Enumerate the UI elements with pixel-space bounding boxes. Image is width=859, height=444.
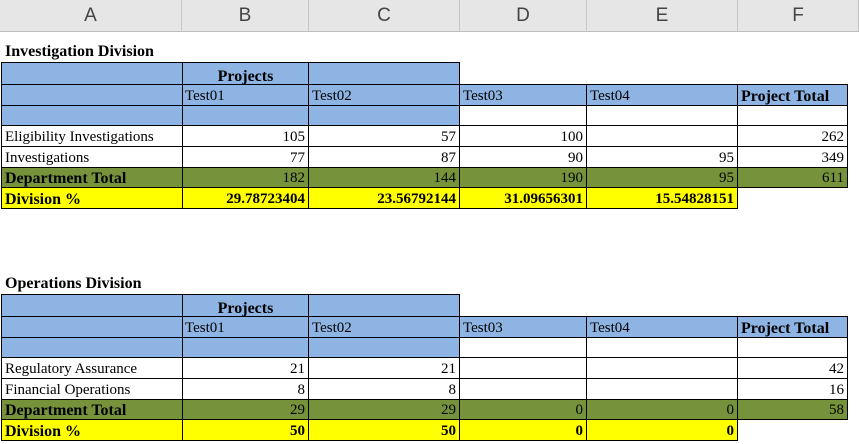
grid-line	[586, 316, 587, 441]
grid-line	[1, 316, 848, 317]
grid-line	[1, 62, 2, 209]
investigation-row-cell[interactable]	[587, 126, 737, 146]
operations-dept-total-cell[interactable]: 0	[587, 400, 737, 419]
column-header-e[interactable]: E	[587, 0, 738, 32]
grid-line	[1, 167, 848, 168]
grid-line	[308, 294, 309, 441]
column-header-d[interactable]: D	[460, 0, 587, 32]
investigation-header-test04[interactable]: Test04	[587, 86, 738, 105]
operations-division-title[interactable]: Operations Division	[2, 272, 302, 292]
investigation-row-cell[interactable]: 57	[309, 126, 459, 146]
investigation-division-pct-cell[interactable]: 23.56792144	[309, 188, 459, 208]
investigation-division-pct-cell[interactable]: 15.54828151	[587, 188, 737, 208]
operations-row-label[interactable]: Regulatory Assurance	[2, 358, 182, 378]
grid-line	[586, 84, 587, 209]
grid-line	[459, 62, 460, 209]
investigation-dept-total-cell[interactable]: 611	[738, 168, 847, 187]
operations-header-test03[interactable]: Test03	[460, 318, 587, 337]
grid-line	[1, 399, 848, 400]
operations-division-pct-label[interactable]: Division %	[2, 420, 182, 440]
grid-line	[1, 84, 848, 85]
grid-line	[1, 357, 848, 358]
investigation-header-test02[interactable]: Test02	[309, 86, 460, 105]
investigation-division-pct-cell[interactable]: 29.78723404	[182, 188, 308, 208]
investigation-row-cell[interactable]: 87	[309, 147, 459, 167]
grid-line	[1, 294, 2, 441]
investigation-row-cell[interactable]: 77	[182, 147, 308, 167]
investigation-dept-total-cell[interactable]: 182	[182, 168, 308, 187]
investigation-division-pct-cell[interactable]: 31.09656301	[460, 188, 586, 208]
operations-row-cell[interactable]: 8	[309, 379, 459, 399]
investigation-division-pct-label[interactable]: Division %	[2, 188, 182, 208]
investigation-dept-total-cell[interactable]: 144	[309, 168, 459, 187]
operations-row-cell[interactable]: 8	[182, 379, 308, 399]
grid-line	[847, 84, 848, 188]
operations-row-cell[interactable]	[460, 358, 586, 378]
operations-row-cell[interactable]	[587, 358, 737, 378]
column-header-a[interactable]: A	[0, 0, 182, 32]
operations-division-pct-cell[interactable]: 50	[182, 420, 308, 440]
grid-line	[1, 62, 460, 63]
investigation-projects-label[interactable]: Projects	[182, 66, 309, 85]
investigation-dept-total-cell[interactable]: 95	[587, 168, 737, 187]
grid-line	[1, 378, 848, 379]
grid-line	[1, 337, 848, 338]
investigation-division-title[interactable]: Investigation Division	[2, 40, 302, 60]
operations-header-test01[interactable]: Test01	[182, 318, 309, 337]
operations-row-cell[interactable]: 21	[309, 358, 459, 378]
investigation-row-cell[interactable]: 349	[738, 147, 847, 167]
investigation-header-test03[interactable]: Test03	[460, 86, 587, 105]
investigation-row-cell[interactable]: 95	[587, 147, 737, 167]
operations-dept-total-label[interactable]: Department Total	[2, 400, 182, 419]
operations-division-pct-cell[interactable]: 0	[587, 420, 737, 440]
grid-line	[1, 440, 738, 441]
grid-line	[1, 105, 848, 106]
grid-line	[847, 316, 848, 420]
operations-row-cell[interactable]: 21	[182, 358, 308, 378]
operations-row-cell[interactable]	[587, 379, 737, 399]
grid-line	[1, 125, 848, 126]
operations-dept-total-cell[interactable]: 29	[309, 400, 459, 419]
grid-line	[308, 62, 309, 209]
column-header-b[interactable]: B	[182, 0, 309, 32]
operations-division-pct-cell[interactable]: 50	[309, 420, 459, 440]
column-header-f[interactable]: F	[738, 0, 859, 32]
grid-line	[1, 208, 738, 209]
grid-line	[1, 294, 460, 295]
operations-dept-total-cell[interactable]: 29	[182, 400, 308, 419]
grid-line	[737, 316, 738, 441]
operations-row-cell[interactable]: 16	[738, 379, 847, 399]
grid-line	[1, 187, 848, 188]
grid-line	[182, 294, 183, 441]
investigation-row-cell[interactable]: 90	[460, 147, 586, 167]
operations-dept-total-cell[interactable]: 58	[738, 400, 847, 419]
grid-line	[182, 62, 183, 209]
operations-header-test04[interactable]: Test04	[587, 318, 738, 337]
investigation-dept-total-cell[interactable]: 190	[460, 168, 586, 187]
investigation-dept-total-label[interactable]: Department Total	[2, 168, 182, 187]
grid-line	[459, 294, 460, 441]
investigation-row-cell[interactable]: 262	[738, 126, 847, 146]
grid-line	[1, 419, 848, 420]
column-header-c[interactable]: C	[309, 0, 460, 32]
operations-row-cell[interactable]: 42	[738, 358, 847, 378]
investigation-header-project-total[interactable]: Project Total	[738, 86, 848, 105]
investigation-row-label[interactable]: Eligibility Investigations	[2, 126, 182, 146]
grid-line	[737, 84, 738, 209]
operations-division-pct-cell[interactable]: 0	[460, 420, 586, 440]
investigation-row-cell[interactable]: 105	[182, 126, 308, 146]
investigation-row-label[interactable]: Investigations	[2, 147, 182, 167]
grid-line	[1, 146, 848, 147]
operations-dept-total-cell[interactable]: 0	[460, 400, 586, 419]
investigation-row-cell[interactable]: 100	[460, 126, 586, 146]
investigation-header-test01[interactable]: Test01	[182, 86, 309, 105]
operations-row-label[interactable]: Financial Operations	[2, 379, 182, 399]
operations-header-project-total[interactable]: Project Total	[738, 318, 848, 337]
operations-row-cell[interactable]	[460, 379, 586, 399]
operations-projects-label[interactable]: Projects	[182, 298, 309, 317]
operations-header-test02[interactable]: Test02	[309, 318, 460, 337]
